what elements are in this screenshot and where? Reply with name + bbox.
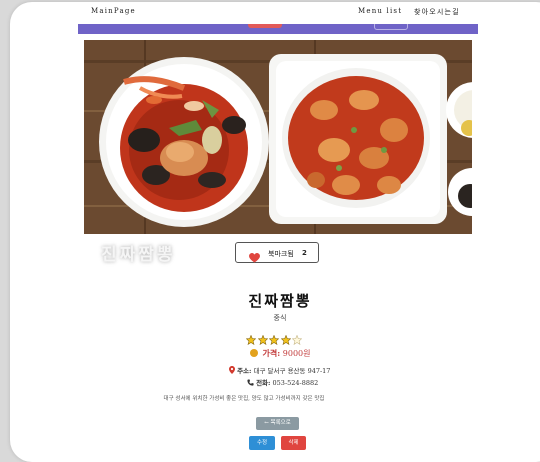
- back-to-list-button[interactable]: ← 목록으로: [256, 417, 299, 430]
- bookmark-label: 북마크됨: [268, 250, 294, 258]
- bookmark-count: 2: [302, 249, 307, 257]
- pin-icon: [229, 366, 237, 375]
- header-accent-bar: [78, 24, 478, 34]
- nav-brand-link[interactable]: MainPage: [91, 7, 136, 15]
- header-bar-red-element: [248, 24, 282, 28]
- star-filled-icon: [280, 330, 291, 346]
- edit-button[interactable]: 수정: [249, 436, 275, 450]
- photo-overlay-title: 진짜짬뽕: [101, 245, 176, 265]
- restaurant-name: 진짜짬뽕: [248, 292, 312, 310]
- price-label: 가격:: [262, 348, 281, 358]
- header-bar-outline-element: [374, 24, 408, 30]
- address-label: 주소:: [237, 367, 252, 375]
- phone-line: 전화: 053-524-8882: [247, 377, 318, 387]
- money-bag-icon: [250, 349, 258, 357]
- restaurant-category: 중식: [273, 314, 287, 322]
- nav-menu-list-link[interactable]: Menu list: [358, 7, 402, 15]
- delete-button[interactable]: 삭제: [281, 436, 306, 450]
- nav-directions-link[interactable]: 찾아오시는길: [414, 7, 460, 17]
- price-line: 가격: 9000원: [250, 348, 311, 359]
- rating-stars: [245, 330, 304, 346]
- bookmark-button[interactable]: 북마크됨 2: [235, 242, 319, 263]
- phone-icon: [247, 379, 256, 387]
- food-photo-image: [84, 40, 472, 234]
- price-value: 9000원: [282, 349, 311, 358]
- star-filled-icon: [245, 330, 257, 346]
- address-value: 대구 달서구 용산동 947-17: [253, 367, 331, 375]
- star-empty-icon: [291, 330, 303, 346]
- heart-icon: [249, 248, 260, 267]
- restaurant-photo: [84, 40, 472, 234]
- phone-label: 전화:: [256, 379, 271, 387]
- top-navbar: MainPage Menu list 찾아오시는길: [78, 0, 478, 24]
- phone-value: 053-524-8882: [272, 379, 319, 387]
- restaurant-description: 대구 성서에 위치한 가성비 좋은 맛집, 양도 많고 가성비까지 갖은 맛집: [163, 396, 325, 402]
- star-filled-icon: [268, 330, 280, 346]
- star-filled-icon: [257, 330, 268, 346]
- address-line: 주소: 대구 달서구 용산동 947-17: [229, 365, 330, 375]
